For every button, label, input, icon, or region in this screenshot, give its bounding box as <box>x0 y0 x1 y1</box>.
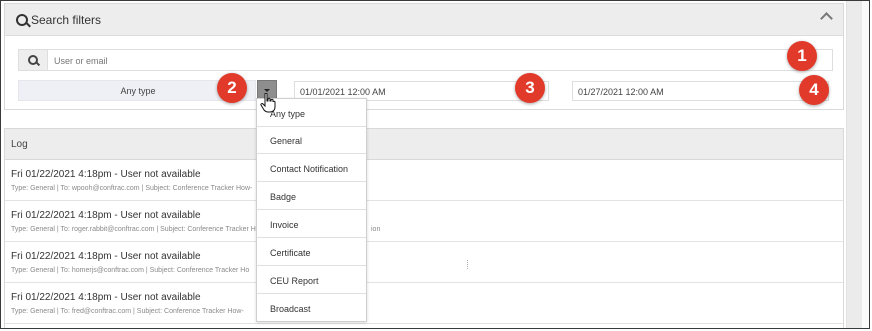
search-icon <box>28 55 38 65</box>
search-filters-title: Search filters <box>31 13 102 27</box>
user-search-field <box>18 49 833 71</box>
menu-item-label: Certificate <box>270 248 311 258</box>
menu-item-label: Broadcast <box>270 304 311 314</box>
screenshot-frame: Search filters Any type 01/01/2021 12:00… <box>0 0 870 329</box>
page-scrollbar[interactable] <box>846 1 863 328</box>
caret-down-icon <box>264 89 270 92</box>
user-search-button[interactable] <box>19 50 48 70</box>
callout-badge-3: 3 <box>515 73 545 103</box>
menu-item-invoice[interactable]: Invoice <box>257 211 366 238</box>
menu-item-certificate[interactable]: Certificate <box>257 239 366 266</box>
window-edge <box>862 1 869 328</box>
menu-item-label: General <box>270 136 303 146</box>
callout-badge-1: 1 <box>787 41 817 71</box>
menu-item-label: Contact Notification <box>270 164 349 174</box>
log-row-details: Type: General | To: fred@conftrac.com | … <box>11 308 244 315</box>
search-filters-header[interactable]: Search filters <box>5 4 843 36</box>
menu-item-general[interactable]: General <box>257 127 366 154</box>
hand-cursor-icon <box>260 93 276 113</box>
log-row[interactable]: Fri 01/22/2021 4:18pm - User not availab… <box>5 283 843 324</box>
callout-badge-2: 2 <box>217 73 247 103</box>
search-icon <box>16 14 28 26</box>
menu-item-contact-notification[interactable]: Contact Notification <box>257 155 366 182</box>
divider-mark <box>467 260 469 269</box>
log-row-title: Fri 01/22/2021 4:18pm - User not availab… <box>11 169 201 180</box>
menu-item-broadcast[interactable]: Broadcast <box>257 295 366 322</box>
date-to-value: 01/27/2021 12:00 AM <box>578 87 664 97</box>
log-row[interactable]: Fri 01/22/2021 4:18pm - User not availab… <box>5 160 843 201</box>
log-panel: Log Fri 01/22/2021 4:18pm - User not ava… <box>4 128 844 328</box>
date-to-field[interactable]: 01/27/2021 12:00 AM <box>572 81 829 101</box>
search-filters-panel: Search filters Any type 01/01/2021 12:00… <box>4 3 844 110</box>
log-row-details: Type: General | To: roger.rabbit@conftra… <box>11 226 260 233</box>
menu-item-label: Badge <box>270 192 297 202</box>
log-title: Log <box>11 139 28 150</box>
log-row-details: Type: General | To: wpooh@conftrac.com |… <box>11 185 253 192</box>
log-row-details-tail: ion <box>371 226 381 233</box>
callout-badge-4: 4 <box>799 75 829 105</box>
log-row-details: Type: General | To: homerjs@conftrac.com… <box>11 267 250 274</box>
chevron-up-icon[interactable] <box>820 12 833 25</box>
log-row[interactable]: Fri 01/22/2021 4:18pm - User not availab… <box>5 201 843 242</box>
menu-item-label: Invoice <box>270 220 299 230</box>
type-dropdown-menu: Any type General Contact Notification Ba… <box>256 98 367 322</box>
menu-item-ceu-report[interactable]: CEU Report <box>257 267 366 294</box>
log-row-title: Fri 01/22/2021 4:18pm - User not availab… <box>11 292 201 303</box>
menu-item-label: CEU Report <box>270 276 319 286</box>
log-header: Log <box>5 129 843 160</box>
log-row[interactable]: Fri 01/22/2021 4:18pm - User not availab… <box>5 242 843 283</box>
user-email-input[interactable] <box>52 51 826 71</box>
log-row-title: Fri 01/22/2021 4:18pm - User not availab… <box>11 251 201 262</box>
log-row-title: Fri 01/22/2021 4:18pm - User not availab… <box>11 210 201 221</box>
menu-item-badge[interactable]: Badge <box>257 183 366 210</box>
date-from-value: 01/01/2021 12:00 AM <box>300 87 386 97</box>
